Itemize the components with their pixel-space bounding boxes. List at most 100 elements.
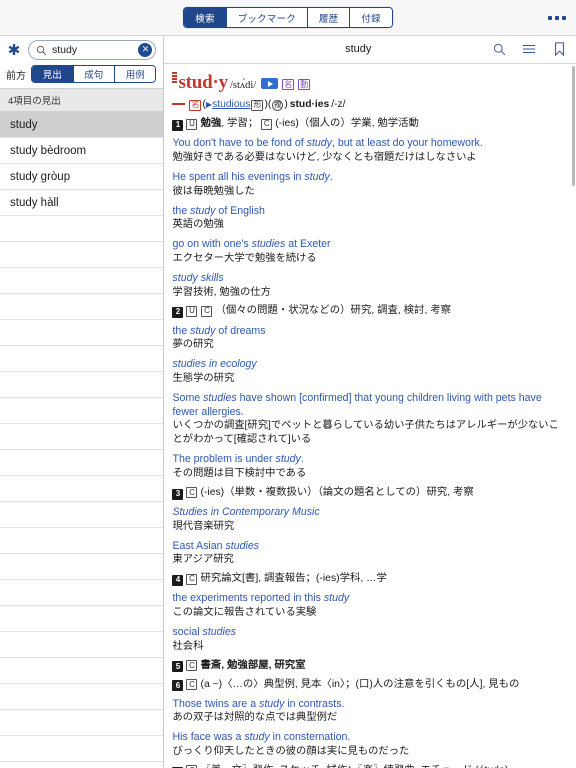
list-item-empty — [0, 502, 164, 528]
list-item[interactable]: study — [0, 112, 164, 138]
list-item[interactable]: study gròup — [0, 164, 164, 190]
countability-badge: C — [186, 660, 198, 672]
plural-badge: 複 — [272, 99, 284, 111]
list-item-empty — [0, 736, 164, 762]
example-english: Those twins are a study in contrasts. — [172, 697, 345, 710]
list-item-empty — [0, 294, 164, 320]
page-title: study — [345, 43, 372, 56]
filter-tab-example[interactable]: 用例 — [115, 66, 156, 82]
filter-tab-headword[interactable]: 見出 — [32, 66, 74, 82]
filter-tab-phrase[interactable]: 成句 — [73, 66, 115, 82]
content-panel: study stud·y /stʌ́di/ 名 動 名 (▶ studious… — [164, 36, 576, 768]
example-english: studies in ecology — [172, 358, 257, 371]
clear-icon[interactable]: ✕ — [138, 43, 153, 57]
example-japanese: 英語の勉強 — [172, 219, 224, 231]
search-input[interactable]: study ✕ — [28, 40, 157, 60]
sidebar: ✱ study ✕ 前方 見出 成句 用例 4項目の見出 study study… — [0, 36, 165, 768]
example-block: East Asian studies 東アジア研究 — [172, 540, 568, 568]
countability-badge: C — [186, 679, 198, 691]
tab-bookmark[interactable]: ブックマーク — [226, 8, 308, 27]
pos-badge-adjective: 形 — [251, 99, 264, 111]
search-icon[interactable] — [492, 42, 506, 56]
sense-definition: 研究論文[書], 調査報告；(-ies)学科, …学 — [200, 573, 387, 585]
list-item-empty — [0, 658, 164, 684]
filter-tab-group[interactable]: 見出 成句 用例 — [31, 65, 157, 83]
list-item-empty — [0, 320, 164, 346]
list-item-empty — [0, 710, 164, 736]
headword-line: stud·y /stʌ́di/ 名 動 — [172, 70, 568, 96]
list-icon[interactable] — [522, 42, 536, 56]
sense-row: 4 C 研究論文[書], 調査報告；(-ies)学科, …学 — [172, 572, 568, 587]
sense-row: 1 U 勉強 , 学習； C (-ies)（個人の）学業, 勉学活動 — [172, 117, 568, 132]
more-options-icon[interactable] — [548, 15, 566, 20]
sense-number: 2 — [172, 307, 184, 319]
example-japanese: 学習技術, 勉強の仕方 — [172, 286, 271, 298]
list-item-empty — [0, 476, 164, 502]
sense-definition: 勉強 — [200, 118, 222, 130]
example-block: go on with one's studies at Exeter エクセター… — [172, 238, 568, 266]
audio-play-icon[interactable] — [261, 78, 279, 90]
main-split: ✱ study ✕ 前方 見出 成句 用例 4項目の見出 study study… — [0, 36, 576, 768]
example-english: He spent all his evenings in study. — [172, 170, 333, 183]
example-english: study skills — [172, 271, 224, 284]
search-input-value: study — [52, 43, 78, 56]
example-japanese: この論文に報告されている実験 — [172, 606, 317, 618]
sense-row: 3 C (-ies)（単数・複数扱い）（論文の題名としての）研究, 考察 — [172, 486, 568, 500]
list-item-empty — [0, 242, 164, 268]
list-item[interactable]: study bèdroom — [0, 138, 164, 164]
countability-badge: C — [201, 305, 213, 317]
sense-row: 6 C (a ~)〈…の〉典型例, 見本〈in〉；(口)人の注意を引くもの[人]… — [172, 678, 568, 692]
asterisk-icon[interactable]: ✱ — [5, 41, 23, 59]
filter-prefix-label: 前方 — [6, 70, 26, 82]
related-word-link[interactable]: studious — [212, 98, 250, 112]
list-item-empty — [0, 684, 164, 710]
sense-number: 5 — [172, 661, 184, 673]
example-japanese: その問題は目下検討中である — [172, 467, 307, 479]
result-list: study study bèdroom study gròup study hà… — [0, 112, 164, 768]
example-block: His face was a study in consternation. び… — [172, 731, 568, 759]
tab-history[interactable]: 履歴 — [307, 8, 351, 27]
sense-definition: 〖美・文〗習作, スケッチ, 試作；〖楽〗練習曲, エチュード (étude) — [200, 764, 508, 768]
example-block: studies in ecology 生態学の研究 — [172, 358, 568, 386]
example-japanese: 彼は毎晩勉強した — [172, 185, 255, 197]
plural-phonetic: /-z/ — [331, 99, 346, 111]
example-block: Some studies have shown [confirmed] that… — [172, 392, 568, 447]
example-block: social studies 社会科 — [172, 626, 568, 654]
countability-badge: U — [186, 305, 198, 317]
example-japanese: 東アジア研究 — [172, 554, 234, 566]
sense-number: 1 — [172, 120, 184, 132]
top-toolbar: 検索 ブックマーク 履歴 付録 — [0, 0, 576, 36]
example-english: The problem is under study. — [172, 453, 304, 466]
plural-form: stud·ies — [289, 99, 330, 111]
tab-search[interactable]: 検索 — [184, 8, 227, 27]
pos-badge-noun: 名 — [189, 99, 202, 111]
list-item-empty — [0, 606, 164, 632]
example-english: East Asian studies — [172, 539, 260, 552]
open-paren-2: ( — [267, 99, 272, 111]
sense-row: 2 U C （個々の問題・状況などの）研究, 調査, 検討, 考察 — [172, 304, 568, 319]
example-english: social studies — [172, 625, 237, 638]
list-item[interactable]: study hàll — [0, 190, 164, 216]
sense-row: 7 C 〖美・文〗習作, スケッチ, 試作；〖楽〗練習曲, エチュード (étu… — [172, 764, 568, 768]
em-dash-icon — [172, 103, 186, 105]
example-japanese: いくつかの調査[研究]でペットと暮らしている幼い子供たちはアレルギーが少ないこと… — [172, 420, 559, 446]
example-english: the study of dreams — [172, 324, 266, 337]
example-japanese: 夢の研究 — [172, 339, 214, 351]
tab-appendix[interactable]: 付録 — [350, 8, 392, 27]
sense-number: 4 — [172, 575, 184, 587]
example-block: Those twins are a study in contrasts. あの… — [172, 698, 568, 726]
list-item-empty — [0, 424, 164, 450]
countability-badge: C — [261, 118, 273, 130]
sense-definition-tail: (-ies)（個人の）学業, 勉学活動 — [275, 118, 419, 130]
example-block: You don't have to be fond of study, but … — [172, 137, 568, 165]
search-icon — [36, 45, 47, 56]
mode-tab-group[interactable]: 検索 ブックマーク 履歴 付録 — [183, 7, 393, 28]
list-item-empty — [0, 216, 164, 242]
example-english: You don't have to be fond of study, but … — [172, 137, 483, 150]
example-japanese: エクセター大学で勉強を続ける — [172, 252, 317, 264]
sense-definition: (a ~)〈…の〉典型例, 見本〈in〉；(口)人の注意を引くもの[人], 見も… — [200, 678, 520, 690]
list-item-empty — [0, 450, 164, 476]
result-count-label: 4項目の見出 — [0, 88, 164, 112]
bookmark-icon[interactable] — [552, 42, 566, 57]
scrollbar[interactable] — [572, 66, 575, 186]
